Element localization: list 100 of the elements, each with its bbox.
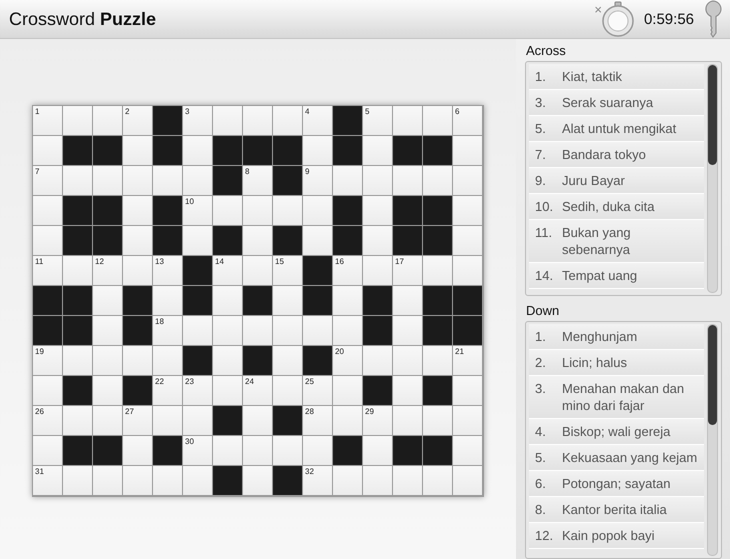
grid-cell[interactable] <box>213 286 243 316</box>
grid-cell[interactable] <box>303 316 333 346</box>
grid-cell[interactable] <box>393 286 423 316</box>
grid-cell[interactable] <box>183 466 213 496</box>
grid-cell[interactable] <box>93 166 123 196</box>
grid-cell[interactable] <box>453 376 483 406</box>
grid-cell[interactable] <box>213 376 243 406</box>
grid-cell[interactable] <box>153 286 183 316</box>
grid-cell[interactable] <box>453 466 483 496</box>
grid-cell[interactable] <box>123 256 153 286</box>
grid-cell[interactable] <box>93 406 123 436</box>
grid-cell[interactable] <box>63 466 93 496</box>
grid-cell[interactable] <box>93 316 123 346</box>
grid-cell[interactable] <box>453 436 483 466</box>
grid-cell[interactable] <box>183 166 213 196</box>
grid-cell[interactable] <box>273 106 303 136</box>
grid-cell[interactable] <box>123 346 153 376</box>
grid-cell[interactable] <box>183 316 213 346</box>
clue-item[interactable]: 12. Kain popok bayi <box>529 522 704 549</box>
grid-cell[interactable]: 16 <box>333 256 363 286</box>
grid-cell[interactable] <box>363 196 393 226</box>
grid-cell[interactable]: 11 <box>33 256 63 286</box>
grid-cell[interactable] <box>93 286 123 316</box>
grid-cell[interactable] <box>63 406 93 436</box>
grid-cell[interactable]: 20 <box>333 346 363 376</box>
grid-cell[interactable]: 8 <box>243 166 273 196</box>
grid-cell[interactable] <box>33 376 63 406</box>
grid-cell[interactable] <box>333 406 363 436</box>
grid-cell[interactable] <box>363 136 393 166</box>
grid-cell[interactable] <box>453 166 483 196</box>
grid-cell[interactable]: 26 <box>33 406 63 436</box>
grid-cell[interactable]: 7 <box>33 166 63 196</box>
grid-cell[interactable] <box>93 376 123 406</box>
grid-cell[interactable]: 9 <box>303 166 333 196</box>
clue-item[interactable]: 3. Menahan makan dan mino dari fajar <box>529 376 704 419</box>
grid-cell[interactable] <box>33 196 63 226</box>
grid-cell[interactable] <box>453 256 483 286</box>
grid-cell[interactable] <box>423 466 453 496</box>
clue-item[interactable]: 5. Alat untuk mengikat <box>529 116 704 142</box>
grid-cell[interactable] <box>63 346 93 376</box>
grid-cell[interactable] <box>273 286 303 316</box>
grid-cell[interactable] <box>333 166 363 196</box>
grid-cell[interactable] <box>363 166 393 196</box>
clue-item[interactable]: 3. Serak suaranya <box>529 90 704 116</box>
grid-cell[interactable]: 22 <box>153 376 183 406</box>
grid-cell[interactable] <box>123 436 153 466</box>
grid-cell[interactable] <box>423 346 453 376</box>
grid-cell[interactable]: 25 <box>303 376 333 406</box>
grid-cell[interactable] <box>93 346 123 376</box>
grid-cell[interactable] <box>243 316 273 346</box>
grid-cell[interactable] <box>363 256 393 286</box>
scrollbar[interactable] <box>707 64 718 293</box>
grid-cell[interactable] <box>393 406 423 436</box>
clue-item[interactable]: 5. Kekuasaan yang kejam <box>529 444 704 471</box>
grid-cell[interactable]: 29 <box>363 406 393 436</box>
grid-cell[interactable]: 32 <box>303 466 333 496</box>
grid-cell[interactable] <box>363 346 393 376</box>
grid-cell[interactable] <box>243 226 273 256</box>
grid-cell[interactable] <box>183 226 213 256</box>
grid-cell[interactable] <box>393 466 423 496</box>
clue-item[interactable]: 6. Potongan; sayatan <box>529 470 704 497</box>
grid-cell[interactable] <box>243 466 273 496</box>
grid-cell[interactable] <box>333 316 363 346</box>
grid-cell[interactable]: 10 <box>183 196 213 226</box>
clue-item[interactable]: 10. Sedih, duka cita <box>529 194 704 220</box>
grid-cell[interactable]: 24 <box>243 376 273 406</box>
grid-cell[interactable]: 3 <box>183 106 213 136</box>
grid-cell[interactable] <box>453 406 483 436</box>
grid-cell[interactable] <box>33 136 63 166</box>
key-icon[interactable] <box>704 0 722 38</box>
grid-cell[interactable]: 12 <box>93 256 123 286</box>
grid-cell[interactable] <box>123 226 153 256</box>
grid-cell[interactable] <box>213 316 243 346</box>
grid-cell[interactable] <box>393 316 423 346</box>
grid-cell[interactable] <box>303 196 333 226</box>
grid-cell[interactable] <box>93 106 123 136</box>
grid-cell[interactable] <box>303 226 333 256</box>
grid-cell[interactable]: 1 <box>33 106 63 136</box>
clue-item[interactable]: 11. Bukan yang sebenarnya <box>529 220 704 263</box>
grid-cell[interactable] <box>423 106 453 136</box>
grid-cell[interactable]: 21 <box>453 346 483 376</box>
grid-cell[interactable]: 6 <box>453 106 483 136</box>
grid-cell[interactable] <box>393 346 423 376</box>
grid-cell[interactable]: 18 <box>153 316 183 346</box>
grid-cell[interactable] <box>153 466 183 496</box>
grid-cell[interactable] <box>183 406 213 436</box>
grid-cell[interactable] <box>33 226 63 256</box>
grid-cell[interactable] <box>393 166 423 196</box>
grid-cell[interactable] <box>153 166 183 196</box>
grid-cell[interactable] <box>363 436 393 466</box>
grid-cell[interactable] <box>213 436 243 466</box>
grid-cell[interactable] <box>363 226 393 256</box>
clue-item[interactable]: 9. Juru Bayar <box>529 168 704 194</box>
grid-cell[interactable]: 2 <box>123 106 153 136</box>
grid-cell[interactable] <box>273 346 303 376</box>
clue-item[interactable]: 4. Biskop; wali gereja <box>529 418 704 445</box>
grid-cell[interactable] <box>213 196 243 226</box>
clue-item[interactable]: 8. Kantor berita italia <box>529 496 704 523</box>
grid-cell[interactable] <box>243 406 273 436</box>
grid-cell[interactable] <box>123 136 153 166</box>
